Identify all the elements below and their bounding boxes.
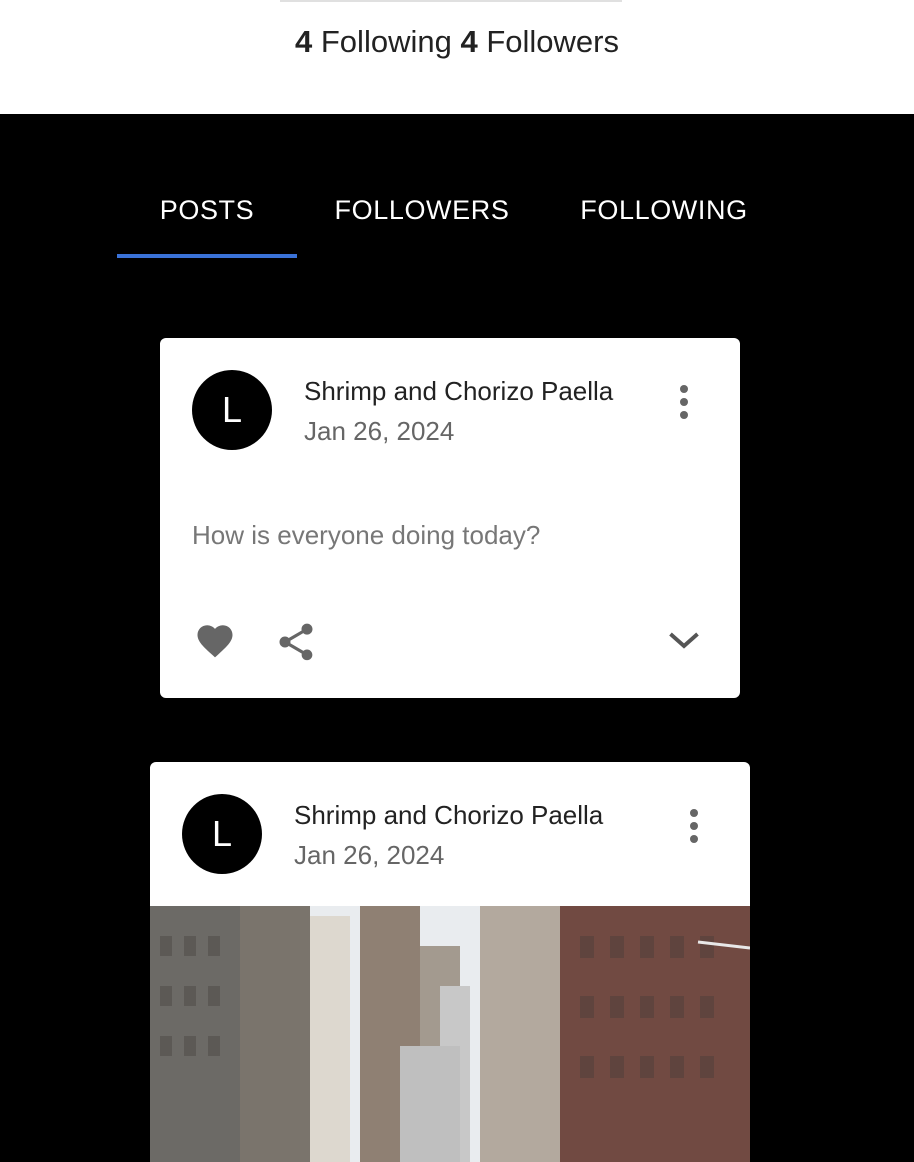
post-title: Shrimp and Chorizo Paella: [294, 800, 604, 830]
post-image[interactable]: [150, 906, 750, 1162]
active-tab-indicator: [117, 254, 297, 258]
post-title: Shrimp and Chorizo Paella: [304, 376, 614, 406]
following-label[interactable]: Following: [321, 24, 452, 59]
post-card: L Shrimp and Chorizo Paella Jan 26, 2024: [150, 762, 750, 1162]
post-date: Jan 26, 2024: [294, 840, 445, 870]
share-icon[interactable]: [274, 620, 318, 664]
divider: [280, 0, 622, 2]
profile-header: 4 Following 4 Followers: [0, 0, 914, 114]
more-vert-icon[interactable]: [679, 806, 709, 846]
more-vert-icon[interactable]: [669, 382, 699, 422]
tab-posts[interactable]: POSTS: [117, 170, 297, 258]
heart-icon[interactable]: [193, 620, 237, 662]
post-card: L Shrimp and Chorizo Paella Jan 26, 2024…: [160, 338, 740, 698]
tab-followers[interactable]: FOLLOWERS: [312, 170, 532, 258]
following-count[interactable]: 4: [295, 24, 312, 59]
followers-label[interactable]: Followers: [486, 24, 619, 59]
avatar[interactable]: L: [192, 370, 272, 450]
chevron-down-icon[interactable]: [666, 628, 702, 652]
followers-count[interactable]: 4: [460, 24, 477, 59]
avatar[interactable]: L: [182, 794, 262, 874]
post-date: Jan 26, 2024: [304, 416, 455, 446]
follow-stats: 4 Following 4 Followers: [0, 24, 914, 60]
post-body: How is everyone doing today?: [192, 520, 541, 550]
tab-following[interactable]: FOLLOWING: [561, 170, 767, 258]
